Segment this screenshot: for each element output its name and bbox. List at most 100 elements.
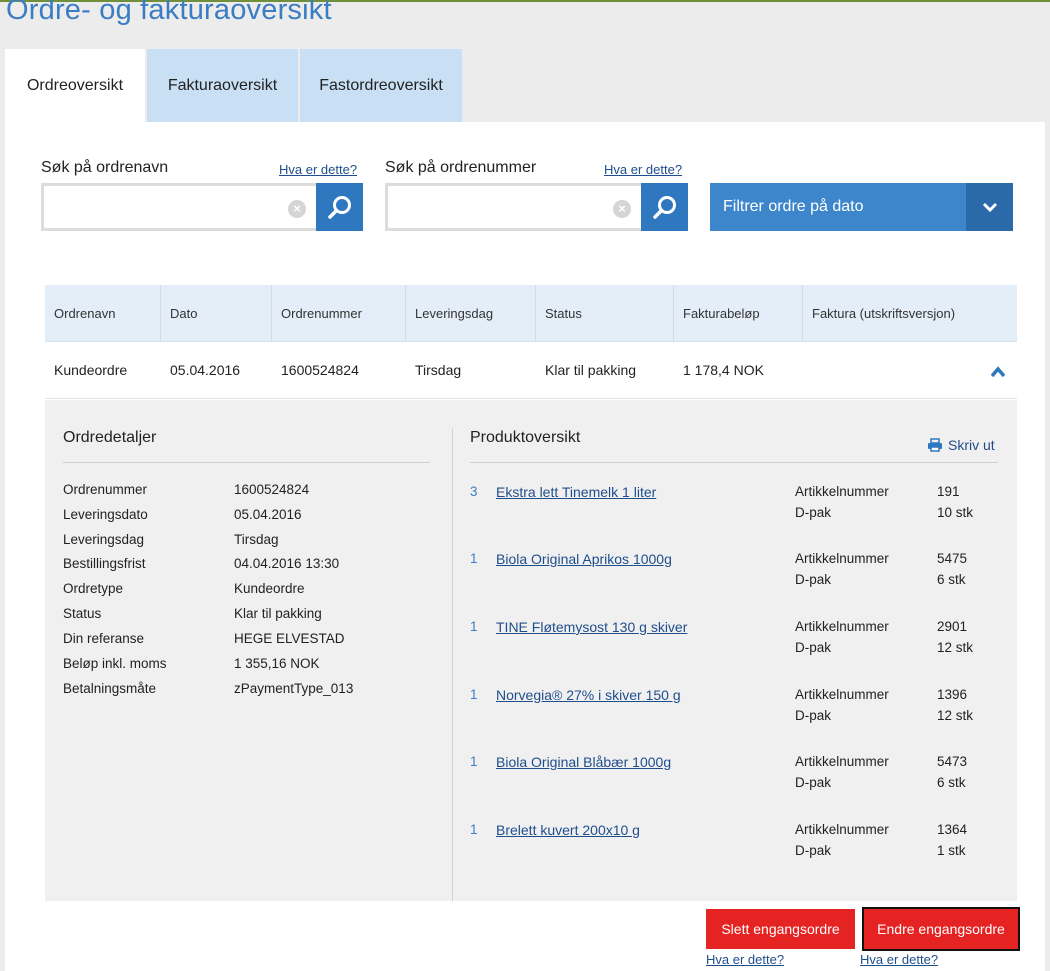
order-number-search-button[interactable] <box>641 183 688 231</box>
chevron-down-icon <box>966 183 1013 231</box>
clear-icon[interactable]: × <box>288 200 306 218</box>
order-number-search-label: Søk på ordrenummer <box>385 159 537 176</box>
article-number-label: Artikkelnummer <box>795 551 889 566</box>
article-number-label: Artikkelnummer <box>795 484 889 499</box>
product-link[interactable]: Norvegia® 27% i skiver 150 g <box>496 687 681 703</box>
detail-row: Betalningsmåte zPaymentType_013 <box>63 681 354 696</box>
product-quantity: 3 <box>470 484 478 499</box>
date-filter-label: Filtrer ordre på dato <box>723 198 864 215</box>
print-button[interactable]: Skriv ut <box>927 437 995 453</box>
order-name-search-input[interactable] <box>44 186 316 228</box>
table-row[interactable]: Kundeordre 05.04.2016 1600524824 Tirsdag… <box>45 342 1017 399</box>
delete-help-link[interactable]: Hva er dette? <box>706 952 784 967</box>
product-quantity: 1 <box>470 754 478 769</box>
article-number-value: 191 <box>937 484 960 499</box>
detail-row: Leveringsdag Tirsdag <box>63 532 279 547</box>
chevron-up-icon[interactable] <box>988 364 1008 380</box>
article-number-value: 2901 <box>937 619 968 634</box>
cell-faktura <box>803 342 1017 398</box>
tab-bar: Ordreoversikt Fakturaoversikt Fastordreo… <box>5 49 462 122</box>
order-number-search-field: × <box>385 183 641 231</box>
main-panel: Søk på ordrenavn Hva er dette? × Søk på … <box>5 122 1045 971</box>
article-number-value: 5473 <box>937 754 968 769</box>
cell-ordrenavn: Kundeordre <box>54 362 128 378</box>
order-details-title: Ordredetaljer <box>63 429 157 446</box>
edit-help-link[interactable]: Hva er dette? <box>860 952 938 967</box>
detail-row: Ordrenummer 1600524824 <box>63 482 310 497</box>
product-link[interactable]: Biola Original Aprikos 1000g <box>496 551 672 567</box>
column-header: Ordrenavn <box>45 285 161 342</box>
pack-value: 12 stk <box>937 640 974 655</box>
order-name-search-label: Søk på ordrenavn <box>41 159 169 176</box>
product-link[interactable]: Biola Original Blåbær 1000g <box>496 754 671 770</box>
printer-icon <box>928 438 942 452</box>
print-label: Skriv ut <box>948 437 995 453</box>
order-name-help-link[interactable]: Hva er dette? <box>279 162 357 177</box>
product-link[interactable]: Ekstra lett Tinemelk 1 liter <box>496 484 656 500</box>
product-link[interactable]: TINE Fløtemysost 130 g skiver <box>496 619 687 635</box>
clear-icon[interactable]: × <box>613 200 631 218</box>
article-number-value: 5475 <box>937 551 968 566</box>
detail-row: Bestillingsfrist 04.04.2016 13:30 <box>63 556 340 571</box>
pack-label: D-pak <box>795 640 832 655</box>
cell-dato: 05.04.2016 <box>170 362 241 378</box>
date-filter-dropdown[interactable]: Filtrer ordre på dato <box>710 183 1013 231</box>
tab-fastordreoversikt[interactable]: Fastordreoversikt <box>298 49 462 122</box>
tab-fakturaoversikt[interactable]: Fakturaoversikt <box>145 49 298 122</box>
order-details-panel: Ordredetaljer Ordrenummer 1600524824 Leve… <box>45 400 1017 901</box>
article-number-label: Artikkelnummer <box>795 687 889 702</box>
order-name-search-field: × <box>41 183 316 231</box>
cell-leveringsdag: Tirsdag <box>415 362 462 378</box>
divider <box>470 462 998 463</box>
detail-row: Status Klar til pakking <box>63 606 322 621</box>
search-icon <box>652 196 676 219</box>
edit-single-order-button[interactable]: Endre engangsordre <box>862 907 1020 951</box>
order-number-help-link[interactable]: Hva er dette? <box>604 162 682 177</box>
search-icon <box>327 196 351 219</box>
table-header: Ordrenavn Dato Ordrenummer Leveringsdag … <box>45 285 1017 342</box>
product-item: 1 Biola Original Blåbær 1000g Artikkelnu… <box>470 754 1000 796</box>
delete-single-order-button[interactable]: Slett engangsordre <box>706 909 855 949</box>
cell-fakturabelop: 1 178,4 NOK <box>683 362 764 378</box>
product-item: 1 Norvegia® 27% i skiver 150 g Artikkeln… <box>470 687 1000 729</box>
article-number-label: Artikkelnummer <box>795 754 889 769</box>
detail-row: Beløp inkl. moms 1 355,16 NOK <box>63 656 320 671</box>
detail-row: Ordretype Kundeordre <box>63 581 305 596</box>
orders-table: Ordrenavn Dato Ordrenummer Leveringsdag … <box>45 285 1017 399</box>
vertical-divider <box>452 428 453 901</box>
cell-status: Klar til pakking <box>545 362 637 378</box>
cell-ordrenummer: 1600524824 <box>281 362 359 378</box>
article-number-label: Artikkelnummer <box>795 822 889 837</box>
column-header: Status <box>536 285 674 342</box>
pack-label: D-pak <box>795 505 832 520</box>
page-title: Ordre- og fakturaoversikt <box>6 0 332 26</box>
column-header: Faktura (utskriftsversjon) <box>812 306 956 321</box>
product-quantity: 1 <box>470 619 478 634</box>
product-quantity: 1 <box>470 687 478 702</box>
product-quantity: 1 <box>470 822 478 837</box>
product-quantity: 1 <box>470 551 478 566</box>
article-number-value: 1364 <box>937 822 968 837</box>
order-number-search-input[interactable] <box>388 186 641 228</box>
product-overview-title: Produktoversikt <box>470 429 581 446</box>
product-item: 1 TINE Fløtemysost 130 g skiver Artikkel… <box>470 619 1000 661</box>
order-name-search-button[interactable] <box>316 183 363 231</box>
column-header: Ordrenummer <box>272 285 406 342</box>
detail-row: Leveringsdato 05.04.2016 <box>63 507 302 522</box>
pack-value: 1 stk <box>937 843 966 858</box>
product-item: 1 Biola Original Aprikos 1000g Artikkeln… <box>470 551 1000 593</box>
pack-label: D-pak <box>795 775 832 790</box>
divider <box>63 462 430 463</box>
pack-value: 10 stk <box>937 505 974 520</box>
pack-label: D-pak <box>795 572 832 587</box>
pack-value: 12 stk <box>937 708 974 723</box>
product-link[interactable]: Brelett kuvert 200x10 g <box>496 822 640 838</box>
tab-ordreoversikt[interactable]: Ordreoversikt <box>5 49 145 122</box>
column-header: Dato <box>161 285 272 342</box>
product-item: 1 Brelett kuvert 200x10 g Artikkelnummer… <box>470 822 1000 864</box>
pack-label: D-pak <box>795 708 832 723</box>
column-header: Fakturabeløp <box>674 285 803 342</box>
pack-value: 6 stk <box>937 775 966 790</box>
product-item: 3 Ekstra lett Tinemelk 1 liter Artikkeln… <box>470 484 1000 526</box>
column-header: Leveringsdag <box>406 285 536 342</box>
